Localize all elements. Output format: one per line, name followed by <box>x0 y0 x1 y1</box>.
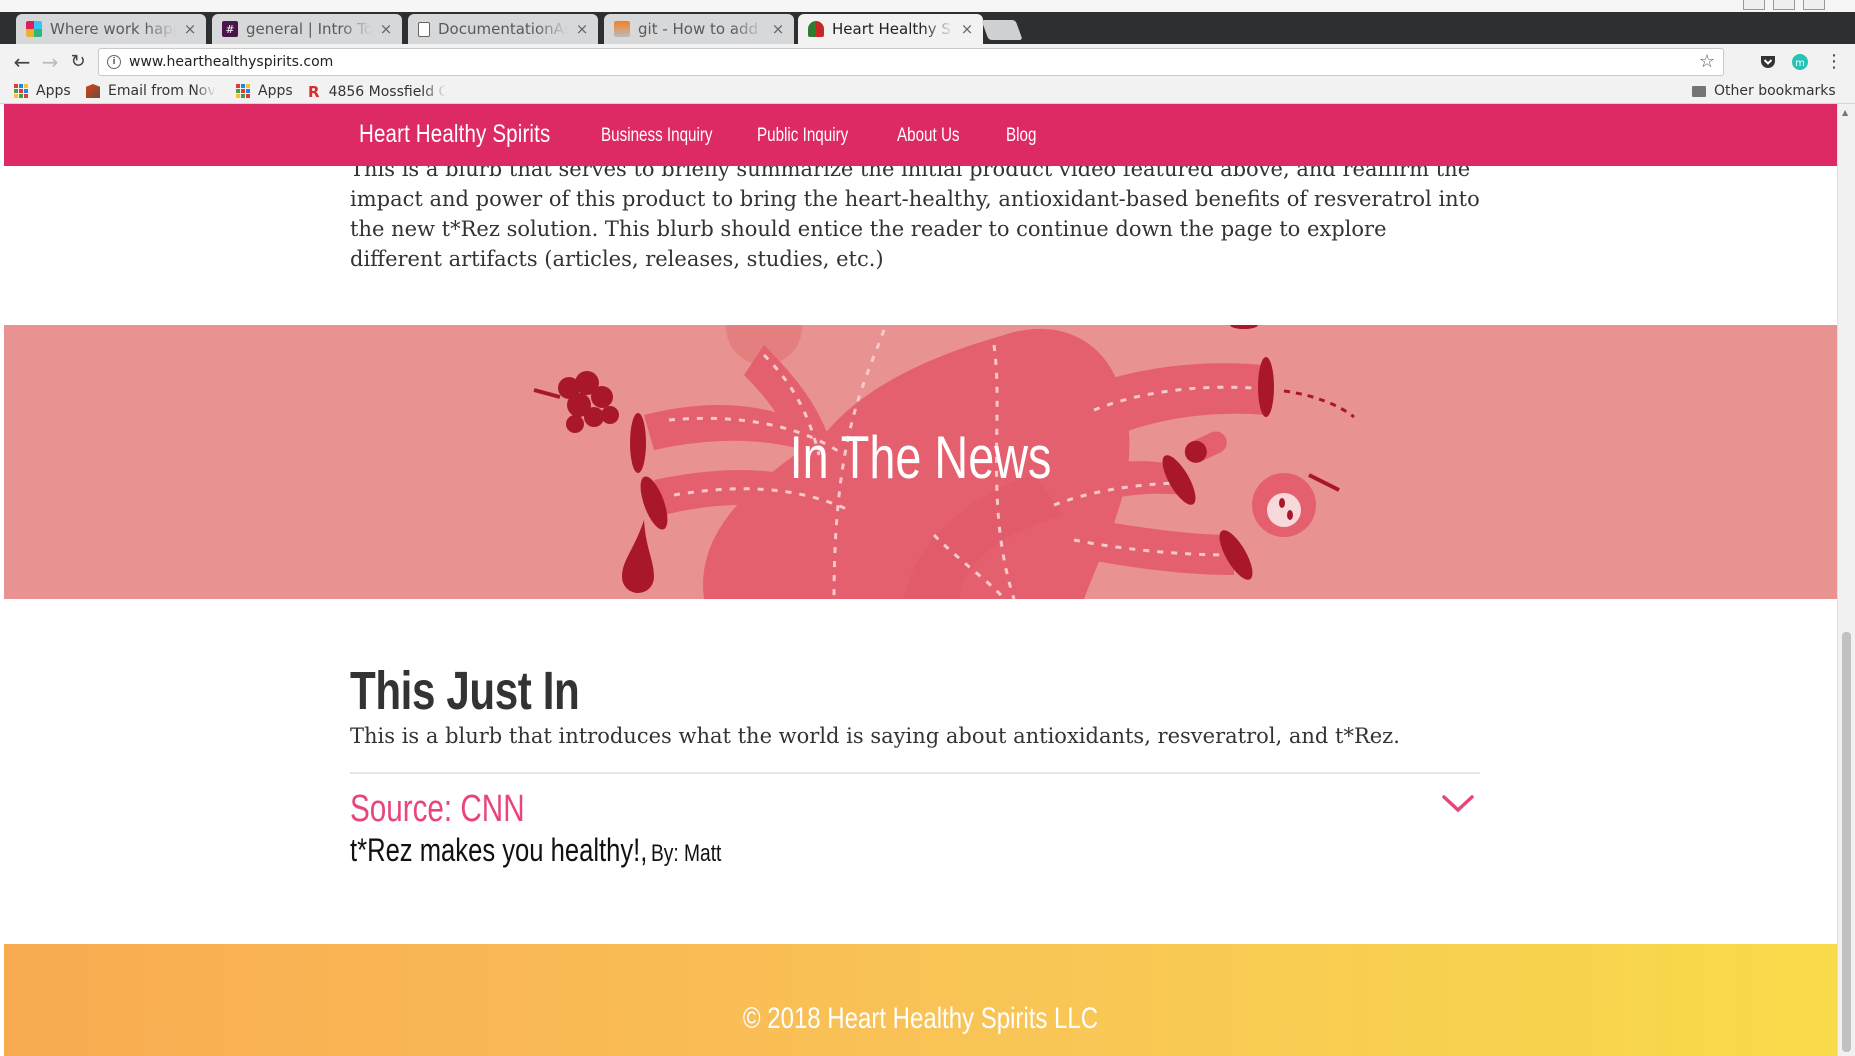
page-scrollbar[interactable]: ▲ <box>1837 104 1855 1056</box>
apps-grid-icon <box>236 84 250 98</box>
other-bookmarks-label: Other bookmarks <box>1714 83 1836 99</box>
other-bookmarks[interactable]: Other bookmarks <box>1692 83 1836 99</box>
article-entry[interactable]: t*Rez makes you healthy!, By: Matt <box>350 832 721 869</box>
browser-tab[interactable]: git - How to add screenshots × <box>604 14 794 44</box>
close-window-button[interactable] <box>1803 0 1825 10</box>
browser-tab[interactable]: DocumentationAssets × <box>408 14 598 44</box>
footer-copyright: © 2018 Heart Healthy Spirits LLC <box>742 1002 1099 1035</box>
site-navbar: Heart Healthy Spirits Business Inquiry P… <box>4 104 1837 166</box>
site-icon <box>808 21 824 37</box>
tab-title: Heart Healthy Spirits <box>832 20 953 38</box>
address-bar[interactable]: i www.hearthealthyspirits.com ☆ <box>98 48 1724 76</box>
news-hero-banner: In The News <box>4 325 1837 599</box>
bookmark-label: Apps <box>36 83 71 99</box>
nav-blog[interactable]: Blog <box>1006 125 1036 147</box>
slack-icon <box>26 21 42 37</box>
browser-tab-active[interactable]: Heart Healthy Spirits × <box>798 14 983 44</box>
section-title: This Just In <box>350 661 580 721</box>
close-icon[interactable]: × <box>378 20 394 38</box>
window-titlebar <box>0 0 1855 12</box>
scroll-up-arrow-icon[interactable]: ▲ <box>1842 108 1848 117</box>
info-icon[interactable]: i <box>107 55 121 69</box>
r-icon: R <box>308 83 320 101</box>
article-byline: By: Matt <box>650 840 722 867</box>
svg-text:m: m <box>1795 58 1805 69</box>
menu-kebab-icon[interactable]: ⋮ <box>1822 50 1846 74</box>
apps-grid-icon <box>14 84 28 98</box>
nav-about-us[interactable]: About Us <box>897 125 960 147</box>
email-icon <box>86 84 100 98</box>
forward-arrow-icon[interactable]: → <box>38 50 62 74</box>
tab-title: general | Intro To Software <box>246 20 372 38</box>
tab-title: Where work happens <box>50 20 176 38</box>
nav-public-inquiry[interactable]: Public Inquiry <box>757 125 848 147</box>
document-icon <box>418 21 430 37</box>
bookmarks-bar: Apps Email from Nov Apps R 4856 Mossfiel… <box>0 80 1855 104</box>
tab-title: DocumentationAssets <box>438 20 568 38</box>
bookmark-item[interactable]: Apps <box>236 83 293 99</box>
folder-icon <box>1692 85 1706 97</box>
url-text: www.hearthealthyspirits.com <box>129 54 334 70</box>
bookmark-item[interactable]: Apps <box>14 83 71 99</box>
stackoverflow-icon <box>614 21 630 37</box>
chevron-down-icon[interactable] <box>1441 794 1475 814</box>
minimize-button[interactable] <box>1743 0 1765 10</box>
intro-blurb: This is a blurb that serves to briefly s… <box>350 157 1480 271</box>
close-icon[interactable]: × <box>182 20 198 38</box>
reload-icon[interactable]: ↻ <box>66 50 90 74</box>
close-icon[interactable]: × <box>959 20 975 38</box>
back-arrow-icon[interactable]: ← <box>10 50 34 74</box>
browser-tabstrip: Where work happens × # general | Intro T… <box>0 0 1855 44</box>
article-headline[interactable]: t*Rez makes you healthy!, <box>350 832 647 868</box>
tab-title: git - How to add screenshots <box>638 20 764 38</box>
pocket-icon[interactable] <box>1758 52 1778 72</box>
news-heading: In The News <box>789 424 1052 491</box>
bookmark-item[interactable]: R 4856 Mossfield C <box>308 83 446 101</box>
browser-tab[interactable]: Where work happens × <box>16 14 206 44</box>
window-controls <box>1743 0 1825 10</box>
maximize-button[interactable] <box>1773 0 1795 10</box>
bookmark-label: 4856 Mossfield C <box>328 84 446 100</box>
bookmark-item[interactable]: Email from Nov <box>86 83 221 99</box>
page-viewport: This is a blurb that serves to briefly s… <box>4 104 1837 1056</box>
article-source[interactable]: Source: CNN <box>350 788 525 831</box>
site-footer: © 2018 Heart Healthy Spirits LLC <box>4 944 1837 1056</box>
bookmark-label: Email from Nov <box>108 83 216 99</box>
browser-tab[interactable]: # general | Intro To Software × <box>212 14 402 44</box>
bookmark-star-icon[interactable]: ☆ <box>1699 51 1715 72</box>
nav-business-inquiry[interactable]: Business Inquiry <box>601 125 713 147</box>
new-tab-button[interactable] <box>981 20 1023 40</box>
section-blurb: This is a blurb that introduces what the… <box>350 724 1400 748</box>
browser-toolbar: ← → ↻ i www.hearthealthyspirits.com ☆ m … <box>0 44 1855 80</box>
close-icon[interactable]: × <box>770 20 786 38</box>
brand-link[interactable]: Heart Healthy Spirits <box>359 120 550 149</box>
extension-m-icon[interactable]: m <box>1790 52 1810 72</box>
close-icon[interactable]: × <box>574 20 590 38</box>
scrollbar-thumb[interactable] <box>1842 632 1851 1052</box>
slack-channel-icon: # <box>222 21 238 37</box>
divider <box>350 772 1480 774</box>
bookmark-label: Apps <box>258 83 293 99</box>
